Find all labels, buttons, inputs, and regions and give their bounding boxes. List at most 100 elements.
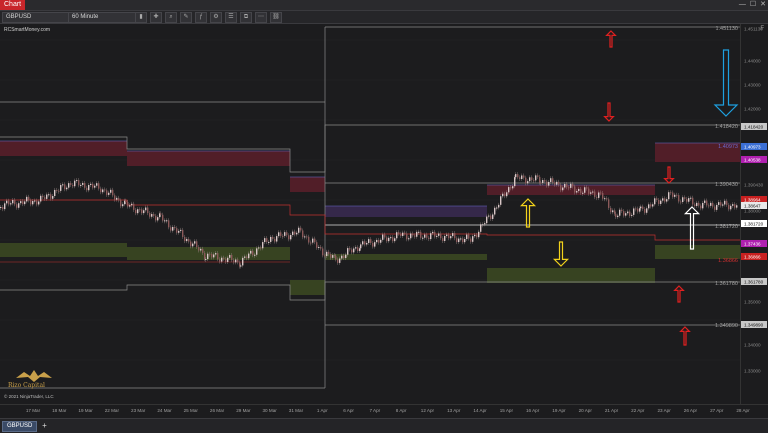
candle-body: [688, 198, 690, 202]
candle-body: [436, 235, 438, 237]
candle-body: [116, 197, 118, 200]
candle-body: [558, 181, 560, 185]
candle-body: [172, 226, 174, 231]
candle-body: [82, 182, 84, 185]
candle-body: [174, 226, 176, 229]
date-tick-label: 14 Apr: [473, 408, 487, 413]
candle-body: [18, 203, 20, 208]
add-tab-button[interactable]: +: [40, 421, 49, 430]
level-label: 1.361780: [715, 281, 738, 287]
candle-body: [404, 232, 406, 234]
candle-body: [434, 231, 436, 237]
candle-body: [396, 232, 398, 239]
date-tick-label: 20 Apr: [579, 408, 593, 413]
candle-body: [268, 241, 270, 243]
candle-body: [574, 186, 576, 193]
candle-body: [438, 233, 440, 236]
candle-body: [510, 187, 512, 189]
date-tick-label: 30 Mar: [263, 408, 278, 413]
red-up-arrow: [679, 326, 691, 346]
candle-body: [225, 258, 227, 262]
candle-body: [398, 232, 400, 234]
candle-body: [515, 174, 517, 178]
candle-body: [378, 239, 380, 243]
candle-body: [112, 189, 114, 196]
price-zone: [127, 247, 290, 260]
candle-body: [654, 198, 656, 205]
candle-body: [450, 236, 452, 239]
instrument-tab[interactable]: GBPUSD: [2, 421, 38, 432]
candle-body: [704, 200, 706, 203]
candle-body: [242, 257, 244, 266]
candle-body: [422, 237, 424, 239]
candle-body: [598, 192, 600, 198]
yellow-down-arrow: [552, 241, 570, 267]
candle-body: [535, 175, 537, 181]
candle-body: [0, 207, 2, 208]
candle-body: [306, 236, 308, 238]
price-zone: [0, 141, 127, 156]
candle-body: [627, 211, 629, 214]
candle-body: [446, 234, 448, 237]
candle-body: [635, 208, 637, 210]
chart-watermark-title: RCSmartMoney.com: [4, 27, 51, 33]
candle-body: [728, 204, 730, 210]
price-axis-label: 1.37436: [744, 242, 761, 247]
level-line-lower: [0, 281, 740, 301]
candle-body: [36, 200, 38, 205]
candle-body: [596, 197, 598, 199]
candle-body: [531, 177, 533, 181]
date-tick-label: 23 Mar: [131, 408, 146, 413]
candle-body: [718, 202, 720, 205]
candle-body: [517, 174, 519, 178]
candle-body: [114, 195, 116, 200]
instrument-tab-bar: GBPUSD +: [0, 418, 768, 433]
candle-body: [496, 207, 498, 209]
candle-body: [58, 190, 60, 192]
candle-body: [359, 248, 361, 252]
candle-body: [186, 238, 188, 242]
candle-body: [460, 238, 462, 240]
candle-body: [326, 251, 328, 257]
date-tick-label: 25 Mar: [184, 408, 199, 413]
candle-body: [550, 178, 552, 182]
candle-body: [660, 200, 662, 204]
candle-body: [670, 192, 672, 194]
candle-body: [304, 236, 306, 238]
candle-body: [454, 233, 456, 239]
candle-body: [494, 207, 496, 215]
candle-body: [588, 188, 590, 194]
candle-body: [529, 177, 531, 182]
candle-body: [244, 256, 246, 258]
candle-body: [141, 209, 143, 214]
f-icon[interactable]: F: [760, 26, 764, 32]
candle-body: [330, 254, 332, 258]
candle-body: [246, 256, 248, 259]
candle-body: [292, 231, 294, 236]
candle-body: [170, 227, 172, 231]
candle-body: [544, 180, 546, 182]
candle-body: [400, 233, 402, 236]
candle-body: [223, 257, 225, 259]
candle-body: [572, 183, 574, 187]
date-tick-label: 31 Mar: [289, 408, 304, 413]
price-axis-label: 1.43000: [744, 83, 761, 88]
candle-body: [554, 182, 556, 185]
candle-body: [548, 181, 550, 186]
candle-body: [227, 257, 229, 262]
candle-body: [286, 232, 288, 236]
candle-body: [8, 200, 10, 205]
candle-body: [162, 214, 164, 221]
candle-body: [40, 195, 42, 202]
candle-body: [318, 246, 320, 248]
candle-body: [416, 231, 418, 237]
date-tick-label: 13 Apr: [447, 408, 461, 413]
price-axis-label: 1.38964: [744, 198, 761, 203]
candle-body: [500, 196, 502, 205]
candle-body: [308, 236, 310, 243]
candle-body: [664, 198, 666, 202]
price-axis-label: 1.35000: [744, 300, 761, 305]
price-axis-label: 1.42000: [744, 107, 761, 112]
candle-body: [484, 223, 486, 225]
candle-body: [20, 201, 22, 204]
